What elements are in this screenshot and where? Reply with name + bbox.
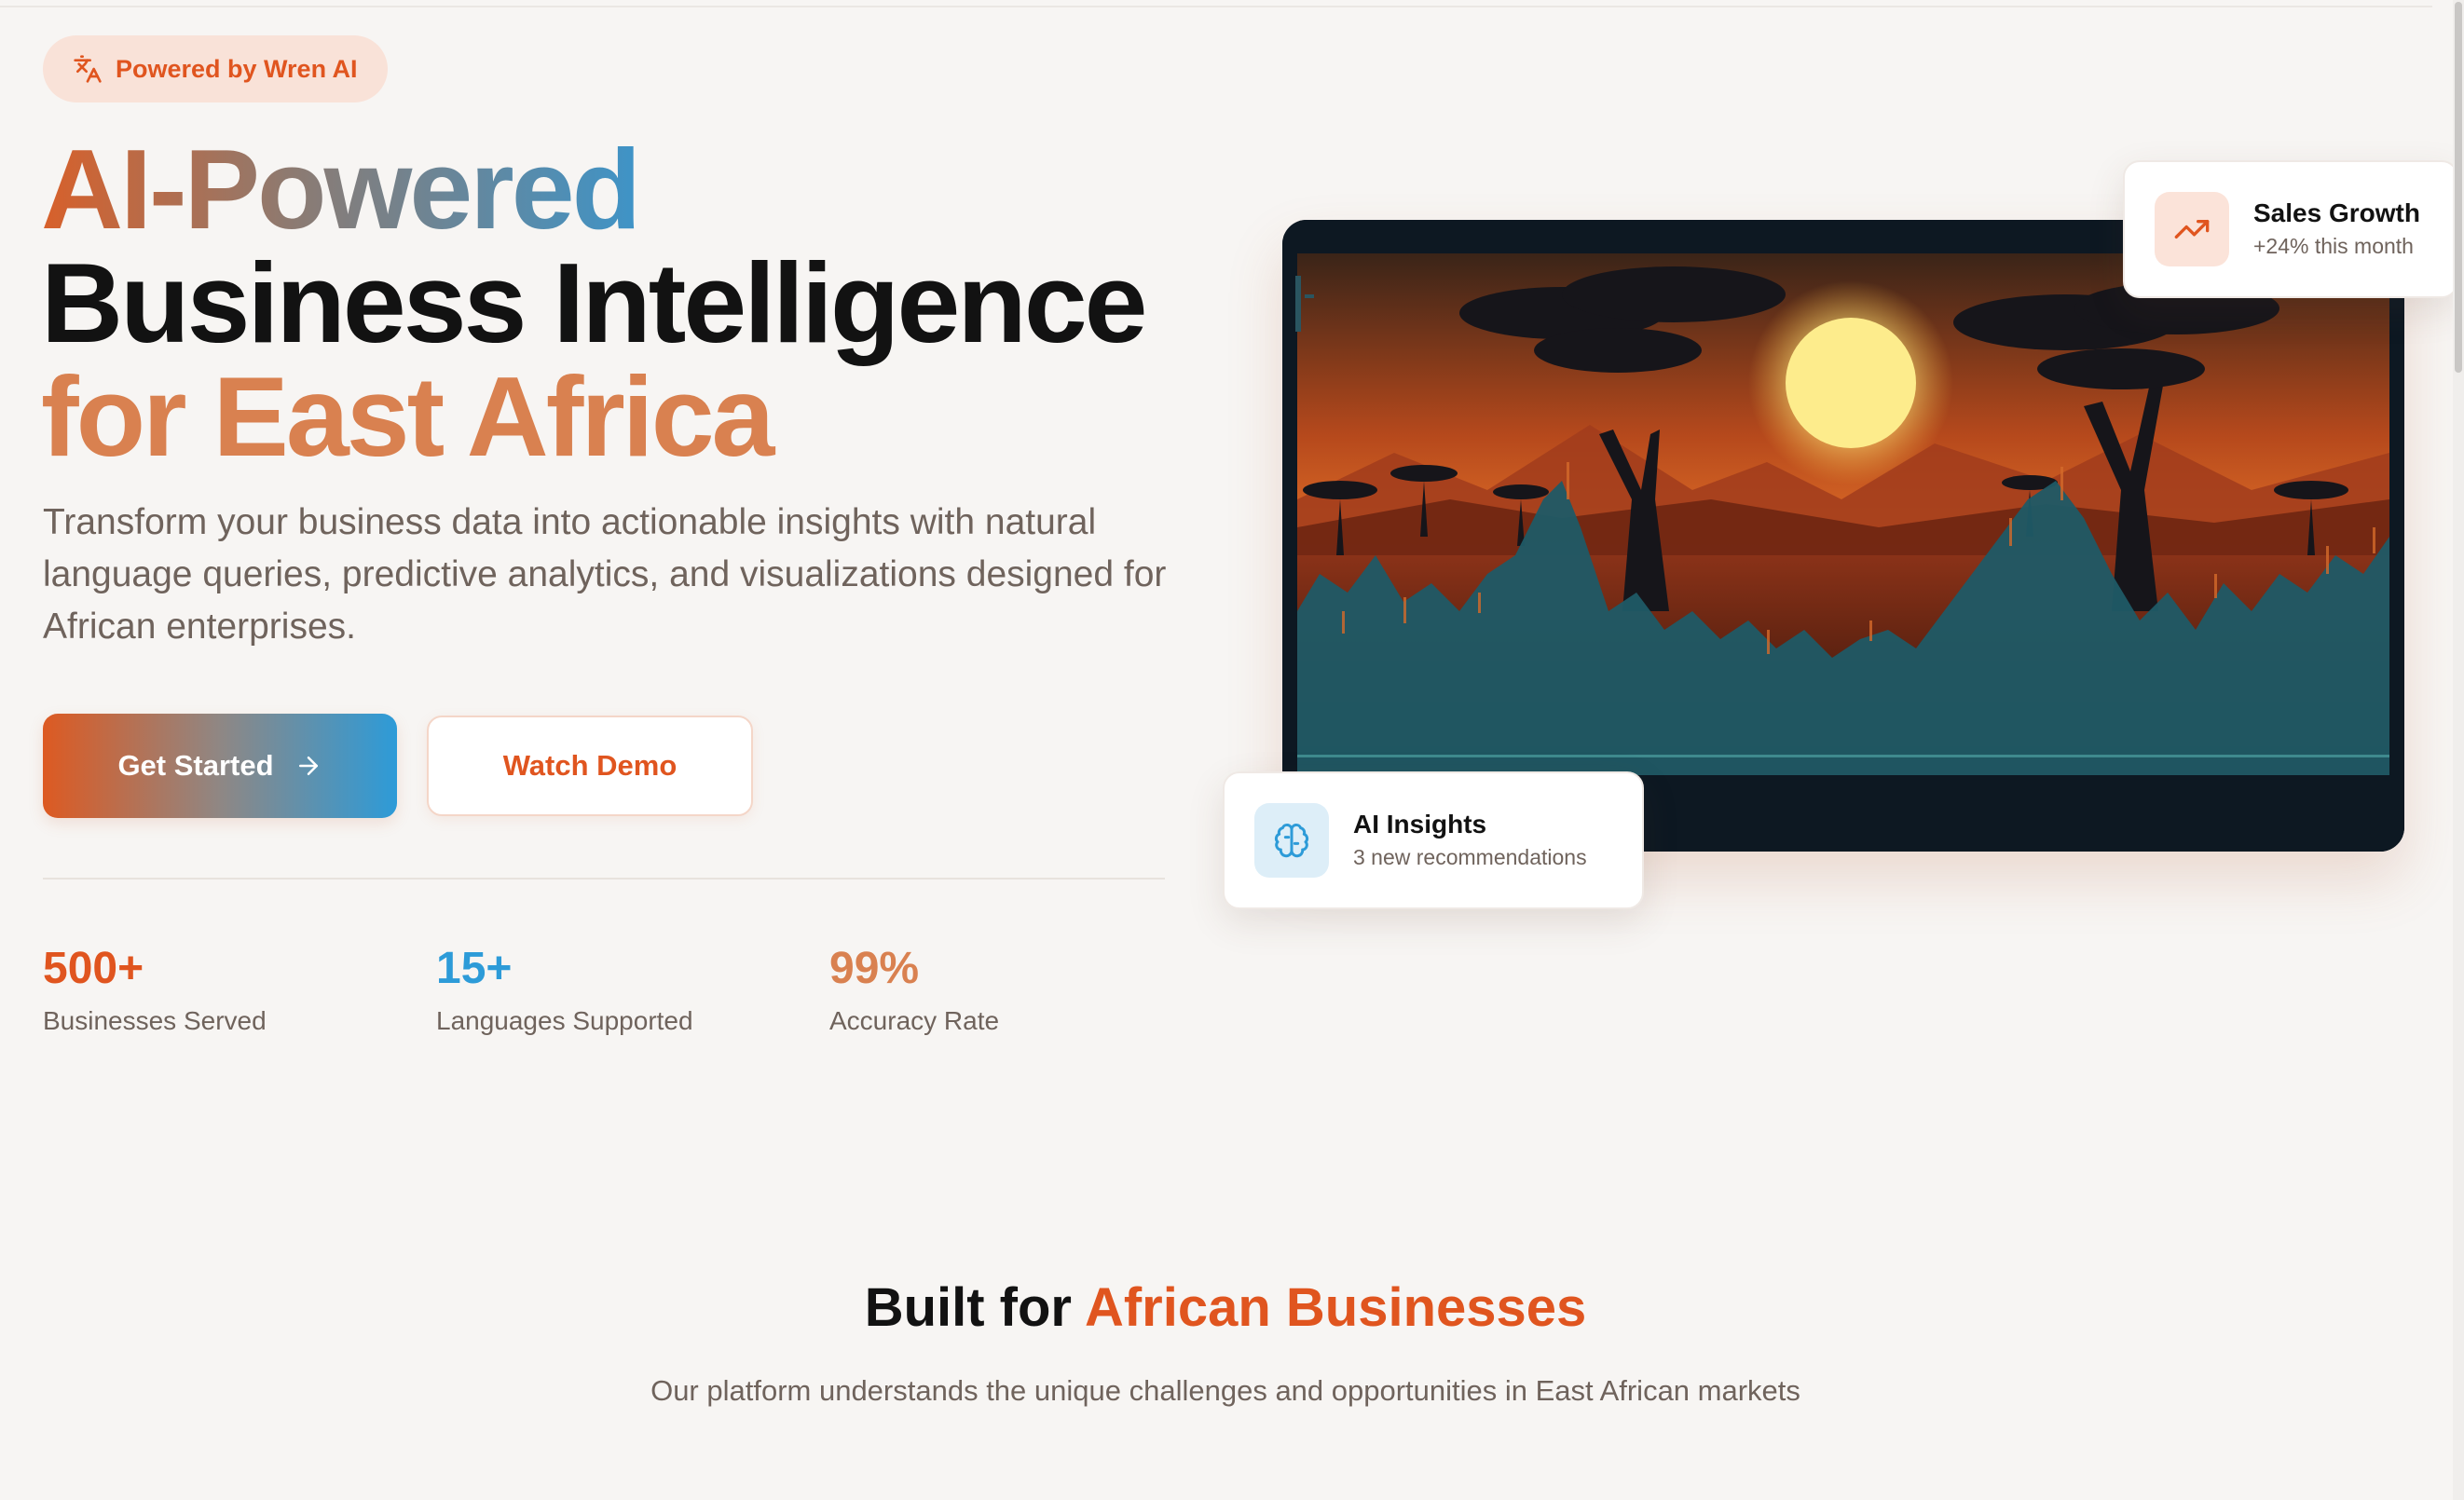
stat-value: 15+ (436, 944, 513, 993)
translate-icon (74, 55, 102, 83)
stat-label: Businesses Served (43, 1006, 267, 1035)
savanna-illustration (1282, 220, 2404, 852)
ai-insights-icon-box (1254, 803, 1329, 878)
sales-growth-title: Sales Growth (2253, 198, 2420, 227)
badge-label: Powered by Wren AI (116, 54, 358, 83)
get-started-label: Get Started (117, 749, 274, 782)
section-title: Built for African Businesses (0, 1276, 2451, 1339)
hero-title-line-2: Business Intelligence (41, 239, 1148, 366)
section-subtitle: Our platform understands the unique chal… (650, 1374, 1800, 1407)
section-title-accent: African Businesses (1084, 1277, 1587, 1338)
top-border (0, 6, 2432, 7)
stats-divider (43, 878, 1165, 880)
scrollbar[interactable] (2453, 0, 2464, 1500)
sales-growth-card: Sales Growth +24% this month (2123, 160, 2458, 298)
hero-title-line-3: for East Africa (41, 353, 774, 480)
hero-description: Transform your business data into action… (43, 502, 1167, 647)
stat-label: Languages Supported (436, 1006, 693, 1035)
page: Powered by Wren AI AI-Powered Business I… (0, 0, 2464, 1500)
hero-title-line-1: AI-Powered (41, 132, 656, 246)
ai-insights-card: AI Insights 3 new recommendations (1223, 771, 1644, 909)
section-title-prefix: Built for (864, 1277, 1085, 1338)
scrollbar-thumb[interactable] (2455, 2, 2462, 373)
hero-title: AI-Powered Business Intelligence for Eas… (41, 132, 1148, 480)
stat-languages: 15+ Languages Supported (436, 941, 693, 1040)
sales-growth-icon-box (2155, 192, 2229, 266)
sales-growth-subtitle: +24% this month (2253, 234, 2414, 258)
stat-businesses: 500+ Businesses Served (43, 941, 267, 1040)
watch-demo-label: Watch Demo (502, 749, 678, 782)
get-started-button[interactable]: Get Started (43, 714, 397, 818)
trending-up-icon (2174, 220, 2210, 239)
stat-label: Accuracy Rate (829, 1006, 1000, 1035)
arrow-right-icon (298, 757, 318, 775)
stat-accuracy: 99% Accuracy Rate (829, 941, 999, 1040)
ai-insights-subtitle: 3 new recommendations (1353, 845, 1587, 869)
stat-value: 500+ (43, 944, 144, 993)
powered-by-badge: Powered by Wren AI (43, 35, 388, 102)
hero-savanna-chart-image (1282, 220, 2404, 852)
ai-insights-title: AI Insights (1353, 810, 1487, 839)
brain-icon (1274, 824, 1309, 858)
stat-value: 99% (829, 944, 920, 993)
watch-demo-button[interactable]: Watch Demo (427, 716, 753, 816)
